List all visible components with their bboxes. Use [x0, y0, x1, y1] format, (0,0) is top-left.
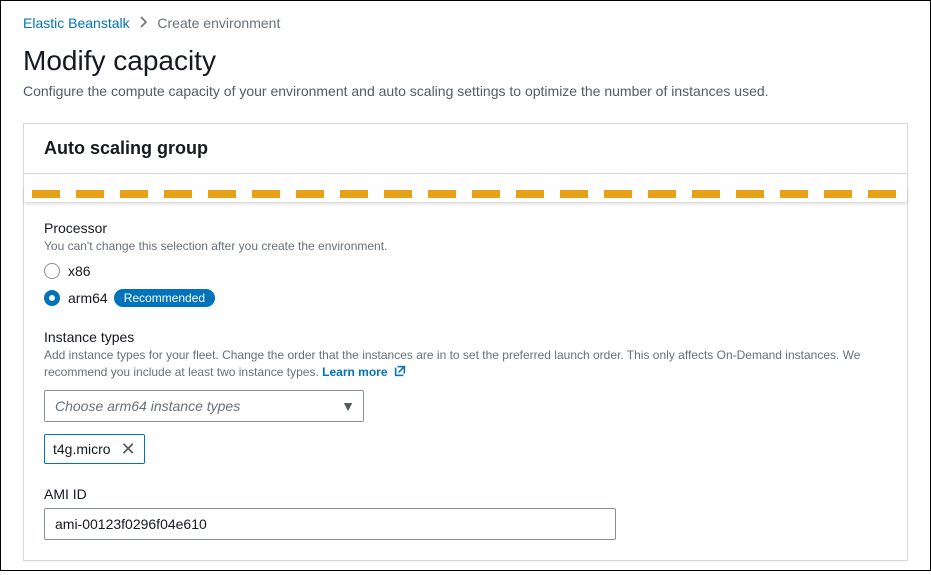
radio-label-x86: x86 [68, 263, 91, 279]
instance-types-hint-text: Add instance types for your fleet. Chang… [44, 348, 860, 379]
page-title: Modify capacity [23, 45, 908, 77]
ami-id-input[interactable] [44, 508, 616, 540]
recommended-badge: Recommended [114, 289, 215, 307]
ami-id-field: AMI ID [44, 486, 887, 540]
instance-types-select[interactable]: Choose arm64 instance types ▼ [44, 390, 364, 422]
instance-types-hint: Add instance types for your fleet. Chang… [44, 347, 887, 383]
instance-type-token: t4g.micro ✕ [44, 434, 145, 464]
ami-id-label: AMI ID [44, 486, 887, 502]
processor-label: Processor [44, 220, 887, 236]
collapsed-divider [24, 186, 907, 202]
processor-hint: You can't change this selection after yo… [44, 238, 887, 255]
auto-scaling-panel: Auto scaling group Processor You can't c… [23, 123, 908, 561]
processor-radio-x86[interactable]: x86 [44, 263, 887, 279]
learn-more-link[interactable]: Learn more [322, 365, 387, 379]
page-description: Configure the compute capacity of your e… [23, 83, 908, 99]
external-link-icon [393, 364, 407, 383]
radio-label-arm64: arm64 [68, 290, 108, 306]
breadcrumb-current: Create environment [157, 15, 280, 31]
caret-down-icon: ▼ [341, 398, 355, 414]
breadcrumb-root-link[interactable]: Elastic Beanstalk [23, 15, 130, 31]
chevron-right-icon [140, 15, 148, 31]
token-label: t4g.micro [53, 441, 111, 457]
processor-radio-arm64[interactable]: arm64 Recommended [44, 289, 887, 307]
select-placeholder: Choose arm64 instance types [55, 398, 240, 414]
panel-header: Auto scaling group [24, 124, 907, 174]
close-icon[interactable]: ✕ [121, 442, 136, 456]
processor-field: Processor You can't change this selectio… [44, 220, 887, 307]
panel-title: Auto scaling group [44, 138, 887, 159]
instance-types-field: Instance types Add instance types for yo… [44, 329, 887, 465]
radio-icon-selected [44, 290, 60, 306]
radio-icon [44, 263, 60, 279]
breadcrumb: Elastic Beanstalk Create environment [23, 15, 908, 31]
instance-types-label: Instance types [44, 329, 887, 345]
